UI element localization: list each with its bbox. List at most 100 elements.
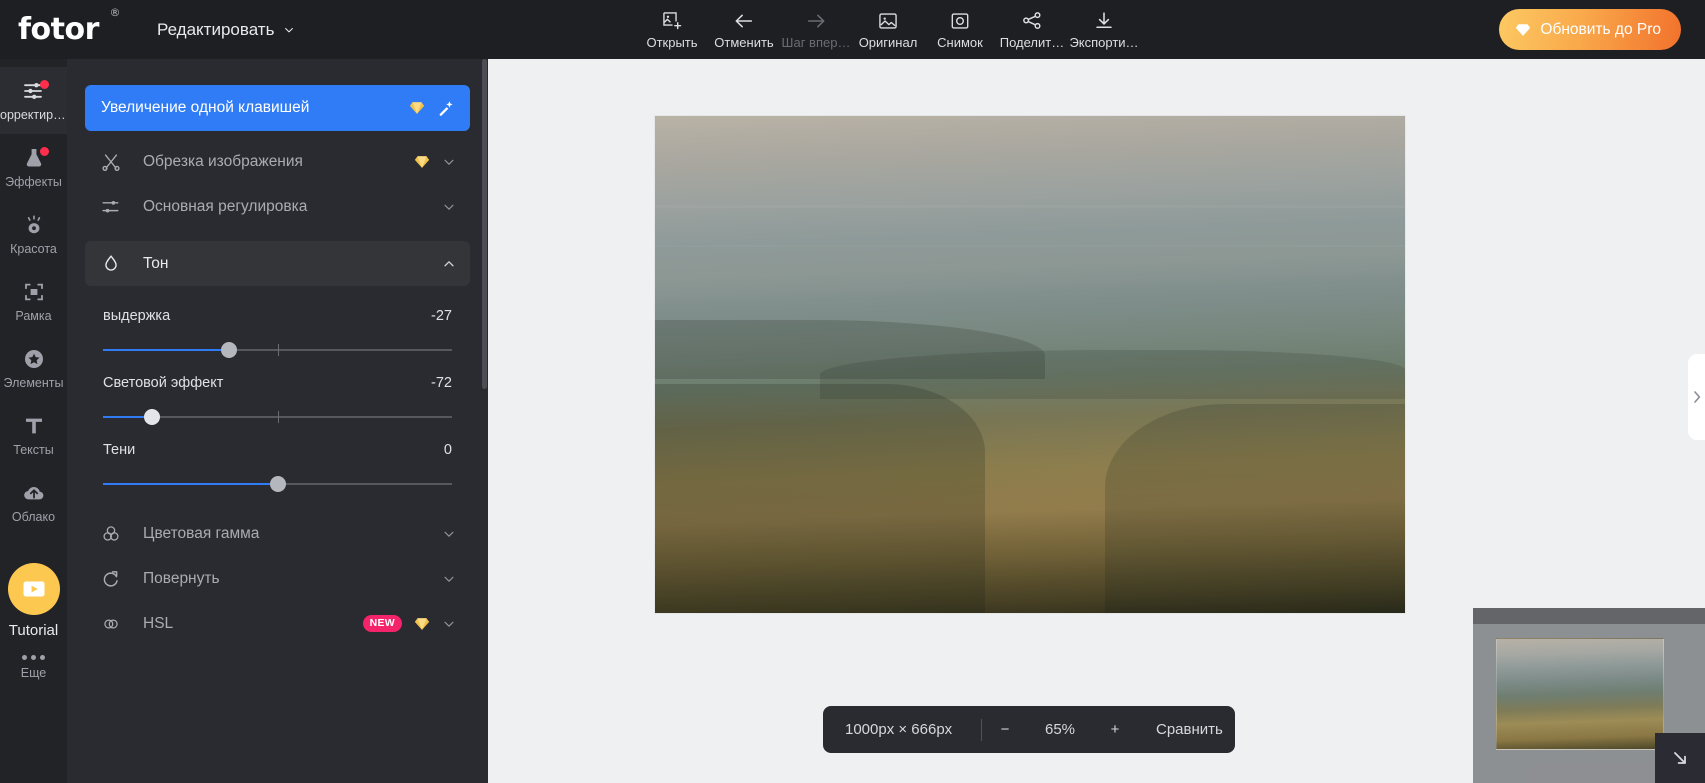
sidebar-item-elements-label: Элементы <box>4 376 64 390</box>
panel-row-one-tap-enhance[interactable]: Увеличение одной клавишей <box>85 85 470 131</box>
panel-row-tone[interactable]: Тон <box>85 241 470 286</box>
notification-badge-dot <box>40 80 49 89</box>
registered-mark: ® <box>110 7 121 18</box>
navigator-panel <box>1473 608 1705 783</box>
panel-row-color-gamut[interactable]: Цветовая гамма <box>85 511 470 556</box>
slider-exposure: выдержка -27 <box>103 292 452 359</box>
panel-row-tone-actions <box>442 257 456 271</box>
beauty-eye-icon <box>22 213 46 237</box>
slider-exposure-track[interactable] <box>103 343 452 357</box>
tool-undo-label: Отменить <box>714 35 773 50</box>
arrow-down-right-icon <box>1668 746 1692 770</box>
slider-highlights-value: -72 <box>431 375 452 391</box>
sidebar-item-frame[interactable]: Рамка <box>0 268 67 335</box>
sidebar-item-elements[interactable]: Элементы <box>0 335 67 402</box>
tutorial-label: Tutorial <box>9 622 58 639</box>
tool-export[interactable]: Экспорти… <box>1068 0 1140 59</box>
frame-icon <box>22 280 46 304</box>
droplet-tone-icon <box>101 254 121 274</box>
upgrade-to-pro-label: Обновить до Pro <box>1540 21 1661 39</box>
slider-exposure-label: выдержка <box>103 308 170 324</box>
panel-scrollbar[interactable] <box>481 59 488 783</box>
slider-shadows: Тени 0 <box>103 426 452 493</box>
zoom-level-value[interactable]: 65% <box>1028 721 1092 738</box>
fotor-editor-window: fotor® Редактировать Открыть <box>0 0 1705 783</box>
right-panel-expander[interactable] <box>1688 354 1705 440</box>
open-image-icon <box>661 10 683 32</box>
sidebar-item-adjust[interactable]: орректиров… <box>0 67 67 134</box>
slider-shadows-value: 0 <box>444 442 452 458</box>
slider-shadows-knob[interactable] <box>270 476 286 492</box>
tool-open-label: Открыть <box>646 35 697 50</box>
chevron-down-icon[interactable] <box>442 155 456 169</box>
panel-row-crop[interactable]: Обрезка изображения <box>85 139 470 184</box>
slider-highlights-head: Световой эффект -72 <box>103 375 452 391</box>
canvas-area: 1000px × 666px − 65% + Сравнить <box>488 59 1705 783</box>
panel-row-hsl[interactable]: HSL NEW <box>85 601 470 646</box>
slider-highlights-track[interactable] <box>103 410 452 424</box>
sidebar-item-cloud[interactable]: Облако <box>0 469 67 536</box>
panel-row-crop-label: Обрезка изображения <box>143 153 414 171</box>
menu-edit-label: Редактировать <box>157 20 274 40</box>
chevron-down-icon[interactable] <box>442 572 456 586</box>
panel-row-rotate-actions <box>442 572 456 586</box>
navigator-header <box>1473 608 1705 624</box>
adjust-panel: Увеличение одной клавишей <box>67 59 488 783</box>
panel-row-rotate-label: Повернуть <box>143 570 442 588</box>
sidebar-item-text-label: Тексты <box>13 443 53 457</box>
navigator-thumbnail[interactable] <box>1496 638 1664 750</box>
tool-open[interactable]: Открыть <box>636 0 708 59</box>
slider-exposure-fill <box>103 349 229 351</box>
chevron-down-icon[interactable] <box>442 200 456 214</box>
tool-original[interactable]: Оригинал <box>852 0 924 59</box>
tutorial-button[interactable]: Tutorial <box>0 563 67 639</box>
fotor-logo[interactable]: fotor® <box>18 15 128 45</box>
zoom-out-button[interactable]: − <box>982 706 1028 753</box>
chevron-up-icon[interactable] <box>442 257 456 271</box>
slider-highlights-label: Световой эффект <box>103 375 223 391</box>
panel-row-rotate[interactable]: Повернуть <box>85 556 470 601</box>
sidebar-item-cloud-label: Облако <box>12 510 55 524</box>
original-image-icon <box>877 10 899 32</box>
tool-original-label: Оригинал <box>859 35 918 50</box>
slider-shadows-track[interactable] <box>103 477 452 491</box>
toolbar-actions: Открыть Отменить Шаг впер… <box>636 0 1140 59</box>
zoom-in-button[interactable]: + <box>1092 706 1138 753</box>
chevron-down-icon[interactable] <box>442 527 456 541</box>
tool-snapshot[interactable]: Снимок <box>924 0 996 59</box>
tool-undo[interactable]: Отменить <box>708 0 780 59</box>
diamond-icon <box>409 101 425 115</box>
sidebar-item-beauty-label: Красота <box>10 242 57 256</box>
play-icon <box>21 576 47 602</box>
color-circles-icon <box>101 524 121 544</box>
tool-export-label: Экспорти… <box>1069 35 1138 50</box>
panel-row-basic-adjust[interactable]: Основная регулировка <box>85 184 470 229</box>
slider-exposure-knob[interactable] <box>221 342 237 358</box>
sidebar-item-beauty[interactable]: Красота <box>0 201 67 268</box>
more-label: Еще <box>21 666 46 680</box>
edited-photo[interactable] <box>655 116 1405 613</box>
sidebar-item-effects[interactable]: Эффекты <box>0 134 67 201</box>
panel-row-tone-label: Тон <box>143 255 442 273</box>
slider-shadows-label: Тени <box>103 442 135 458</box>
upgrade-to-pro-button[interactable]: Обновить до Pro <box>1499 9 1681 50</box>
menu-edit[interactable]: Редактировать <box>153 14 299 46</box>
chevron-down-icon[interactable] <box>442 617 456 631</box>
cloud-upload-icon <box>22 481 46 505</box>
panel-spacer <box>67 497 488 511</box>
tool-share[interactable]: Поделит… <box>996 0 1068 59</box>
image-dimensions-label: 1000px × 666px <box>823 721 981 738</box>
navigator-collapse-button[interactable] <box>1655 733 1705 783</box>
compare-button[interactable]: Сравнить <box>1138 721 1223 738</box>
download-icon <box>1093 10 1115 32</box>
tutorial-play-circle <box>8 563 60 615</box>
sidebar-item-text[interactable]: Тексты <box>0 402 67 469</box>
panel-scrollbar-thumb[interactable] <box>482 59 487 389</box>
scissors-icon <box>101 152 121 172</box>
text-t-icon <box>22 414 46 438</box>
chevron-down-icon <box>283 24 295 36</box>
panel-row-basic-adjust-label: Основная регулировка <box>143 198 442 216</box>
more-button[interactable]: Еще <box>0 655 67 680</box>
slider-center-tick <box>278 344 279 356</box>
slider-highlights-knob[interactable] <box>144 409 160 425</box>
